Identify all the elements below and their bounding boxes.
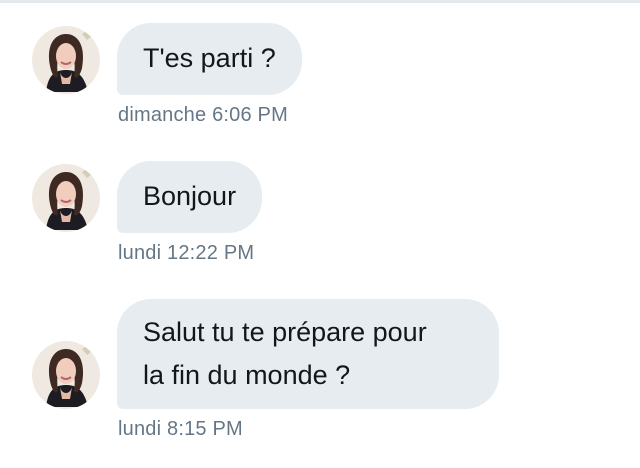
- message-timestamp: dimanche 6:06 PM: [118, 104, 288, 126]
- sender-avatar[interactable]: [32, 26, 100, 94]
- message-bubble[interactable]: Salut tu te prépare pour la fin du monde…: [117, 299, 499, 409]
- sender-avatar[interactable]: [32, 341, 100, 409]
- message-timestamp: lundi 8:15 PM: [118, 418, 243, 440]
- message-bubble[interactable]: Bonjour: [117, 161, 263, 233]
- sender-avatar[interactable]: [32, 164, 100, 232]
- top-divider: [0, 0, 640, 3]
- message-timestamp: lundi 12:22 PM: [118, 242, 255, 264]
- message-bubble[interactable]: T'es parti ?: [117, 23, 302, 95]
